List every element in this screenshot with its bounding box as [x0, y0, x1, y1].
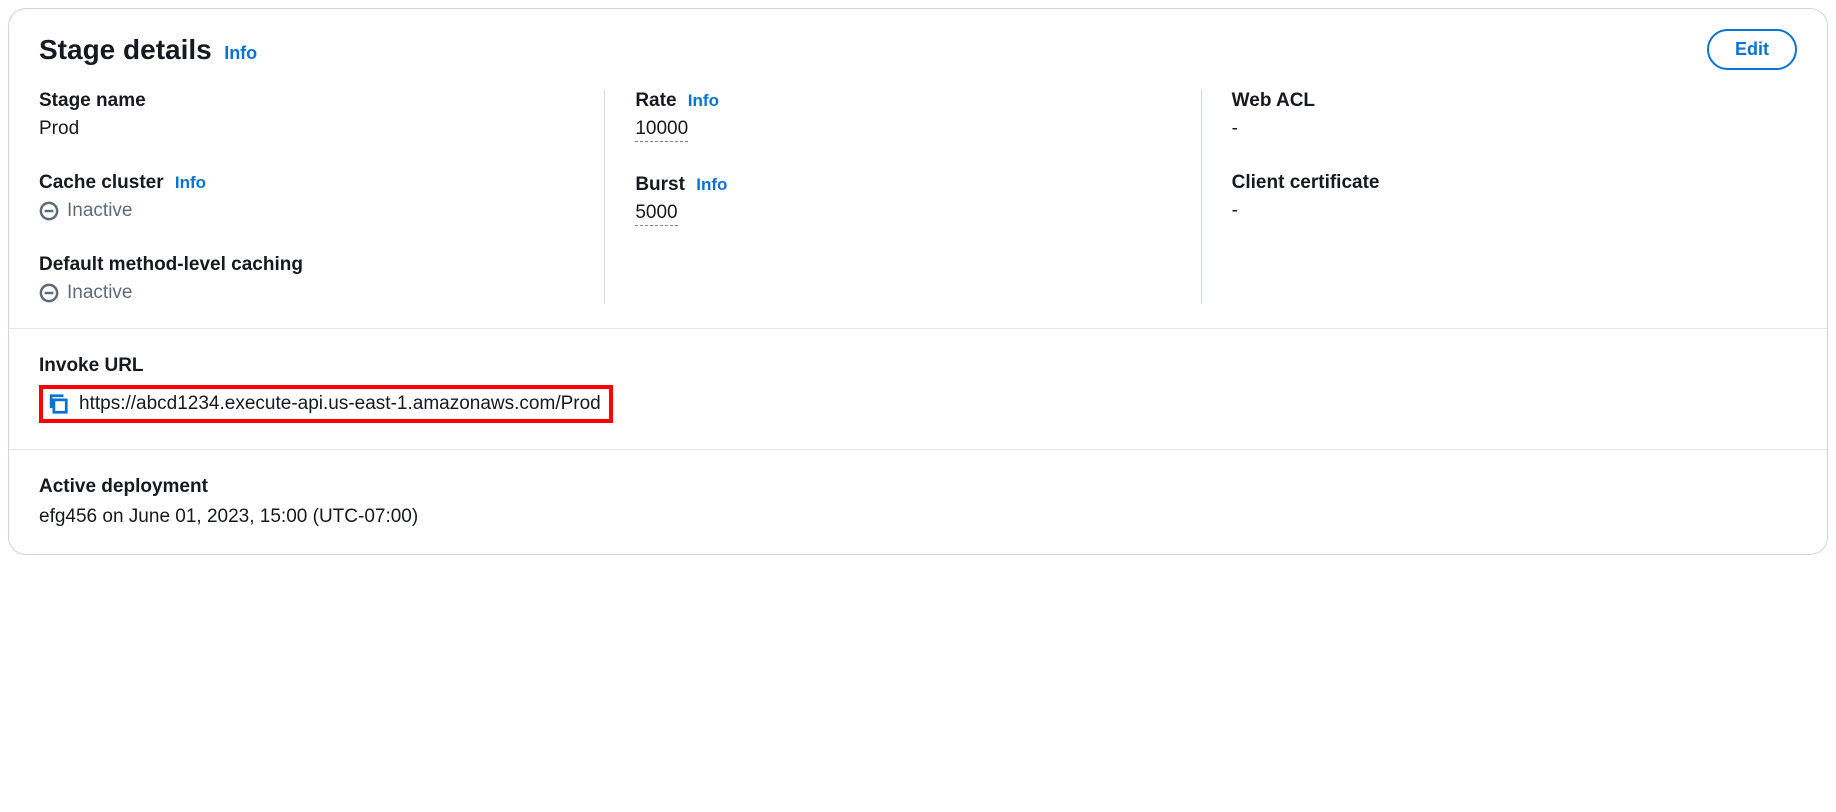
- active-deployment-value: efg456 on June 01, 2023, 15:00 (UTC-07:0…: [39, 506, 1797, 528]
- rate-value: 10000: [635, 118, 1170, 142]
- cache-cluster-status-text: Inactive: [67, 200, 132, 222]
- invoke-url-section: Invoke URL https://abcd1234.execute-api.…: [9, 328, 1827, 449]
- client-cert-label: Client certificate: [1232, 172, 1767, 194]
- burst-value: 5000: [635, 202, 1170, 226]
- cache-cluster-label: Cache cluster Info: [39, 172, 574, 194]
- info-link-rate[interactable]: Info: [688, 91, 719, 110]
- burst-label: Burst Info: [635, 174, 1170, 196]
- cache-cluster-status: Inactive: [39, 200, 574, 222]
- default-caching-status-text: Inactive: [67, 282, 132, 304]
- stage-name-field: Stage name Prod: [39, 90, 574, 140]
- stage-name-label: Stage name: [39, 90, 574, 112]
- web-acl-value: -: [1232, 118, 1767, 140]
- column-2: Rate Info 10000 Burst Info 5000: [604, 90, 1201, 304]
- stage-name-value: Prod: [39, 118, 574, 140]
- rate-label: Rate Info: [635, 90, 1170, 112]
- default-caching-label: Default method-level caching: [39, 254, 574, 276]
- copy-icon[interactable]: [47, 393, 69, 415]
- info-link-header[interactable]: Info: [224, 43, 257, 63]
- edit-button[interactable]: Edit: [1707, 29, 1797, 70]
- client-cert-field: Client certificate -: [1232, 172, 1767, 222]
- details-columns: Stage name Prod Cache cluster Info Inact…: [9, 80, 1827, 328]
- info-link-cache-cluster[interactable]: Info: [175, 173, 206, 192]
- panel-title-group: Stage details Info: [39, 34, 257, 66]
- info-link-burst[interactable]: Info: [696, 175, 727, 194]
- client-cert-value: -: [1232, 200, 1767, 222]
- burst-field: Burst Info 5000: [635, 174, 1170, 226]
- default-caching-field: Default method-level caching Inactive: [39, 254, 574, 304]
- active-deployment-label: Active deployment: [39, 476, 1797, 498]
- column-3: Web ACL - Client certificate -: [1202, 90, 1797, 304]
- active-deployment-section: Active deployment efg456 on June 01, 202…: [9, 449, 1827, 554]
- invoke-url-label: Invoke URL: [39, 355, 1797, 377]
- column-1: Stage name Prod Cache cluster Info Inact…: [39, 90, 604, 304]
- panel-header: Stage details Info Edit: [9, 9, 1827, 80]
- default-caching-status: Inactive: [39, 282, 574, 304]
- invoke-url-highlight: https://abcd1234.execute-api.us-east-1.a…: [39, 385, 613, 423]
- rate-field: Rate Info 10000: [635, 90, 1170, 142]
- inactive-icon: [39, 201, 59, 221]
- web-acl-field: Web ACL -: [1232, 90, 1767, 140]
- web-acl-label: Web ACL: [1232, 90, 1767, 112]
- inactive-icon: [39, 283, 59, 303]
- cache-cluster-field: Cache cluster Info Inactive: [39, 172, 574, 222]
- stage-details-panel: Stage details Info Edit Stage name Prod …: [8, 8, 1828, 555]
- invoke-url-value[interactable]: https://abcd1234.execute-api.us-east-1.a…: [79, 393, 601, 415]
- panel-title: Stage details: [39, 34, 212, 65]
